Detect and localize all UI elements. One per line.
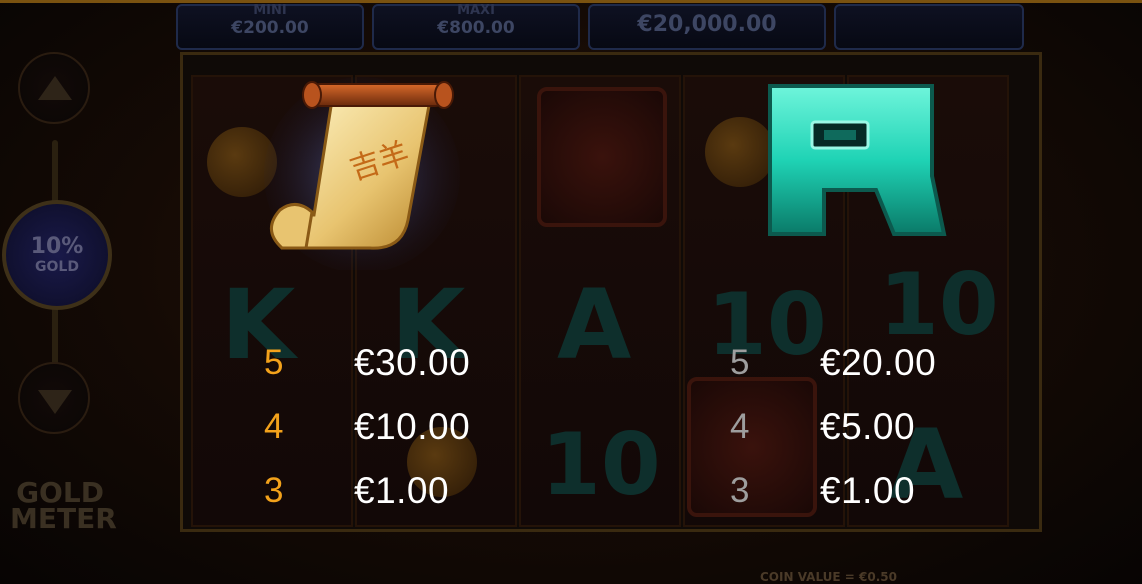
gold-meter-dial: 10% GOLD <box>2 200 112 310</box>
gold-meter-title: GOLD METER <box>10 479 117 533</box>
paytable-payout: €20.00 <box>820 342 937 383</box>
paytable-count: 5 <box>730 343 750 382</box>
letter-a-icon <box>752 80 952 240</box>
jackpot-maxi-value: €800.00 <box>437 18 515 38</box>
scroll-icon-graphic: 吉羊 <box>264 77 460 273</box>
gold-meter-percent: 10% <box>30 234 84 259</box>
ghost-tile-symbol <box>537 87 667 227</box>
scroll-icon: 吉羊 <box>262 70 462 273</box>
jackpot-maxi-label: MAXI <box>457 3 495 18</box>
letter-a-icon-graphic <box>768 84 947 236</box>
jackpot-mini-label: MINI <box>253 3 287 18</box>
paytable-payout: €5.00 <box>820 406 916 447</box>
bet-down-button[interactable] <box>18 362 90 434</box>
coin-value-label: COIN VALUE = €0.50 <box>760 570 897 584</box>
jackpot-maxi: MAXI €800.00 <box>372 4 580 50</box>
jackpot-mini-value: €200.00 <box>231 18 309 38</box>
top-border <box>0 0 1142 3</box>
paytable-count: 3 <box>264 471 284 510</box>
jackpot-mini: MINI €200.00 <box>176 4 364 50</box>
paytable-payout: €1.00 <box>354 470 450 511</box>
jackpot-slot-empty <box>834 4 1024 50</box>
bet-up-button[interactable] <box>18 52 90 124</box>
reel-3: A 10 <box>519 75 681 527</box>
paytable-count: 3 <box>730 471 750 510</box>
gold-meter-unit: GOLD <box>35 259 79 275</box>
paytable-payout: €30.00 <box>354 342 471 383</box>
gold-meter-panel: 10% GOLD GOLD METER <box>0 40 140 560</box>
paytable-count: 4 <box>730 407 750 446</box>
arrow-down-icon <box>38 390 72 414</box>
paytable-payout: €1.00 <box>820 470 916 511</box>
arrow-up-icon <box>38 76 72 100</box>
jackpot-grand-value: €20,000.00 <box>637 12 777 37</box>
paytable-count: 4 <box>264 407 284 446</box>
gold-meter-title-line2: METER <box>10 502 117 535</box>
paytable-count: 5 <box>264 343 284 382</box>
paytable-payout: €10.00 <box>354 406 471 447</box>
jackpot-grand: €20,000.00 <box>588 4 826 50</box>
